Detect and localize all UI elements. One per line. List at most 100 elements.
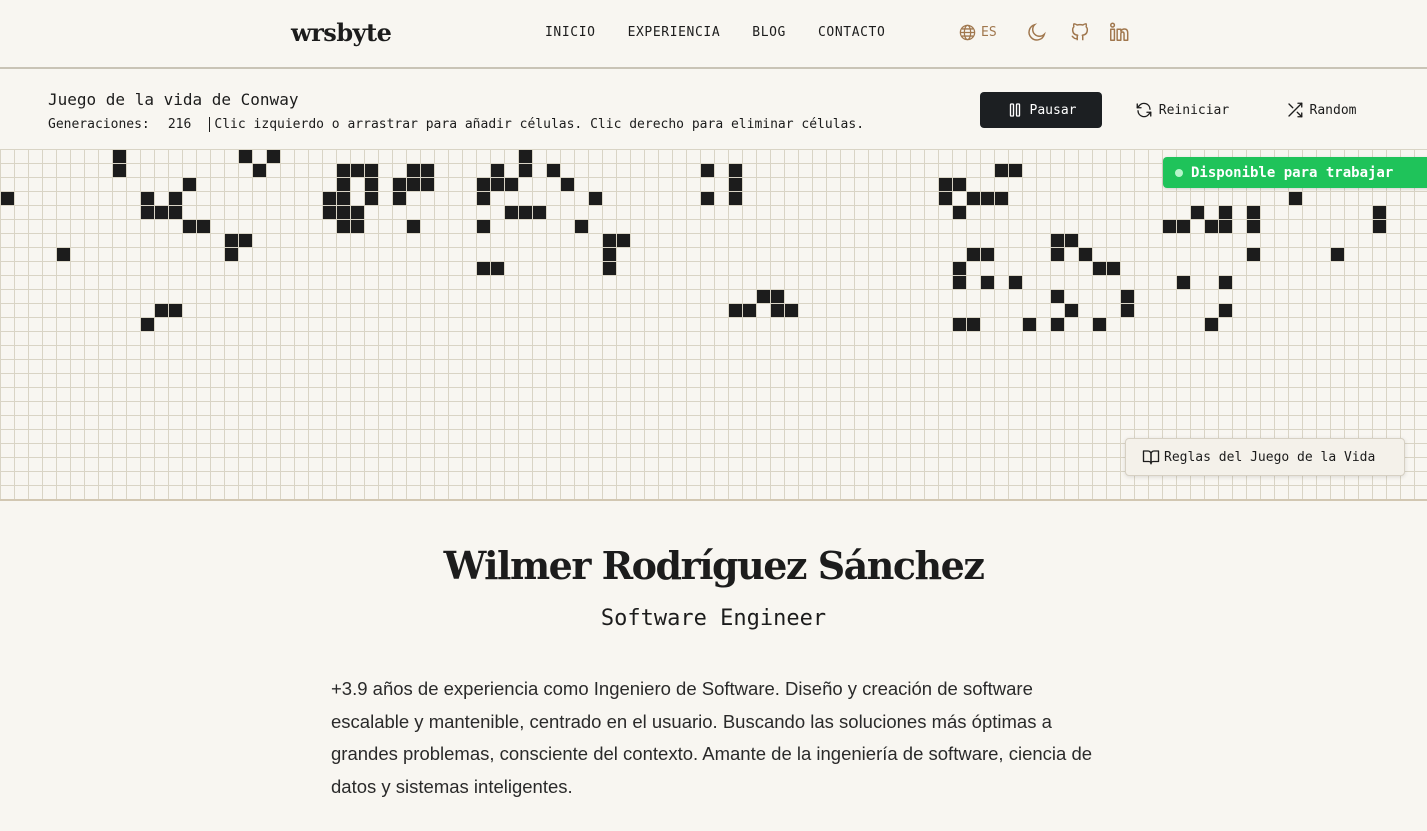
live-cell[interactable] xyxy=(393,192,406,205)
live-cell[interactable] xyxy=(1205,220,1218,233)
live-cell[interactable] xyxy=(155,206,168,219)
live-cell[interactable] xyxy=(1219,276,1232,289)
live-cell[interactable] xyxy=(953,206,966,219)
live-cell[interactable] xyxy=(1373,206,1386,219)
live-cell[interactable] xyxy=(169,192,182,205)
github-icon[interactable] xyxy=(1068,20,1092,44)
live-cell[interactable] xyxy=(729,192,742,205)
live-cell[interactable] xyxy=(197,220,210,233)
live-cell[interactable] xyxy=(1121,304,1134,317)
live-cell[interactable] xyxy=(1107,262,1120,275)
live-cell[interactable] xyxy=(393,178,406,191)
live-cell[interactable] xyxy=(239,234,252,247)
live-cell[interactable] xyxy=(519,150,532,163)
live-cell[interactable] xyxy=(225,234,238,247)
nav-link-blog[interactable]: BLOG xyxy=(752,25,786,40)
live-cell[interactable] xyxy=(953,318,966,331)
live-cell[interactable] xyxy=(771,304,784,317)
live-cell[interactable] xyxy=(939,192,952,205)
live-cell[interactable] xyxy=(701,164,714,177)
live-cell[interactable] xyxy=(57,248,70,261)
live-cell[interactable] xyxy=(1051,290,1064,303)
live-cell[interactable] xyxy=(351,220,364,233)
live-cell[interactable] xyxy=(953,262,966,275)
live-cell[interactable] xyxy=(1247,220,1260,233)
live-cell[interactable] xyxy=(477,262,490,275)
live-cell[interactable] xyxy=(365,178,378,191)
live-cell[interactable] xyxy=(491,164,504,177)
live-cell[interactable] xyxy=(337,164,350,177)
live-cell[interactable] xyxy=(1177,220,1190,233)
live-cell[interactable] xyxy=(225,248,238,261)
live-cell[interactable] xyxy=(547,164,560,177)
live-cell[interactable] xyxy=(519,206,532,219)
nav-link-contacto[interactable]: CONTACTO xyxy=(818,25,885,40)
live-cell[interactable] xyxy=(1247,206,1260,219)
live-cell[interactable] xyxy=(505,178,518,191)
reset-button[interactable]: Reiniciar xyxy=(1128,92,1236,128)
live-cell[interactable] xyxy=(169,206,182,219)
live-cell[interactable] xyxy=(729,304,742,317)
site-logo[interactable]: wrsbyte xyxy=(291,18,392,47)
live-cell[interactable] xyxy=(995,192,1008,205)
live-cell[interactable] xyxy=(407,178,420,191)
live-cell[interactable] xyxy=(1177,276,1190,289)
live-cell[interactable] xyxy=(183,178,196,191)
live-cell[interactable] xyxy=(407,220,420,233)
live-cell[interactable] xyxy=(183,220,196,233)
live-cell[interactable] xyxy=(995,164,1008,177)
live-cell[interactable] xyxy=(967,192,980,205)
moon-icon[interactable] xyxy=(1025,20,1049,44)
live-cell[interactable] xyxy=(603,248,616,261)
live-cell[interactable] xyxy=(981,192,994,205)
live-cell[interactable] xyxy=(729,178,742,191)
live-cell[interactable] xyxy=(1205,318,1218,331)
live-cell[interactable] xyxy=(323,206,336,219)
live-cell[interactable] xyxy=(981,248,994,261)
live-cell[interactable] xyxy=(421,178,434,191)
live-cell[interactable] xyxy=(981,276,994,289)
live-cell[interactable] xyxy=(561,178,574,191)
live-cell[interactable] xyxy=(575,220,588,233)
live-cell[interactable] xyxy=(351,164,364,177)
live-cell[interactable] xyxy=(953,178,966,191)
live-cell[interactable] xyxy=(491,178,504,191)
live-cell[interactable] xyxy=(1219,220,1232,233)
live-cell[interactable] xyxy=(477,192,490,205)
linkedin-icon[interactable] xyxy=(1107,20,1131,44)
live-cell[interactable] xyxy=(337,206,350,219)
live-cell[interactable] xyxy=(1051,234,1064,247)
live-cell[interactable] xyxy=(967,248,980,261)
live-cell[interactable] xyxy=(351,206,364,219)
live-cell[interactable] xyxy=(1023,318,1036,331)
live-cell[interactable] xyxy=(533,206,546,219)
language-button[interactable]: ES xyxy=(957,22,997,42)
live-cell[interactable] xyxy=(1247,248,1260,261)
live-cell[interactable] xyxy=(589,192,602,205)
live-cell[interactable] xyxy=(491,262,504,275)
live-cell[interactable] xyxy=(617,234,630,247)
live-cell[interactable] xyxy=(1009,164,1022,177)
live-cell[interactable] xyxy=(1051,318,1064,331)
live-cell[interactable] xyxy=(1289,192,1302,205)
live-cell[interactable] xyxy=(323,192,336,205)
live-cell[interactable] xyxy=(1373,220,1386,233)
live-cell[interactable] xyxy=(113,164,126,177)
live-cell[interactable] xyxy=(1191,206,1204,219)
live-cell[interactable] xyxy=(337,192,350,205)
live-cell[interactable] xyxy=(701,192,714,205)
live-cell[interactable] xyxy=(141,318,154,331)
live-cell[interactable] xyxy=(785,304,798,317)
live-cell[interactable] xyxy=(1219,206,1232,219)
live-cell[interactable] xyxy=(1163,220,1176,233)
live-cell[interactable] xyxy=(141,192,154,205)
live-cell[interactable] xyxy=(967,318,980,331)
live-cell[interactable] xyxy=(267,150,280,163)
live-cell[interactable] xyxy=(1121,290,1134,303)
live-cell[interactable] xyxy=(1051,248,1064,261)
live-cell[interactable] xyxy=(743,304,756,317)
live-cell[interactable] xyxy=(365,164,378,177)
live-cell[interactable] xyxy=(407,164,420,177)
live-cell[interactable] xyxy=(1219,304,1232,317)
live-cell[interactable] xyxy=(169,304,182,317)
